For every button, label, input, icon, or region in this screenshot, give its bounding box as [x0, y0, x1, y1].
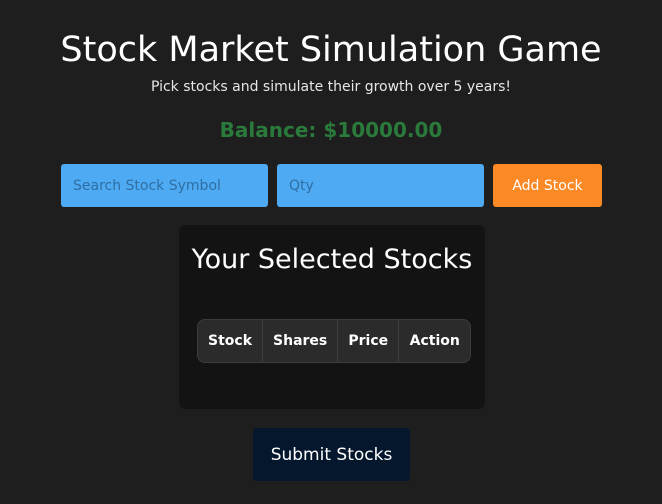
- page-title: Stock Market Simulation Game: [60, 30, 602, 70]
- page: Stock Market Simulation Game Pick stocks…: [0, 0, 662, 504]
- stock-symbol-search-input[interactable]: [61, 164, 268, 207]
- quantity-input[interactable]: [277, 164, 484, 207]
- selected-stocks-title: Your Selected Stocks: [191, 244, 473, 275]
- balance-label: Balance:: [219, 118, 317, 142]
- column-header-shares: Shares: [263, 320, 339, 362]
- column-header-action: Action: [409, 333, 460, 349]
- balance-display: Balance: $10000.00: [0, 116, 662, 144]
- add-stock-button[interactable]: Add Stock: [493, 164, 602, 207]
- selected-stocks-panel: Your Selected Stocks Stock Shares Price …: [179, 225, 485, 409]
- selected-stocks-table: Stock Shares Price Action: [197, 319, 472, 363]
- balance-amount: $10000.00: [323, 118, 443, 142]
- table-header-row: Stock Shares Price Action: [198, 320, 470, 362]
- submit-stocks-button[interactable]: Submit Stocks: [253, 428, 410, 481]
- page-subtitle: Pick stocks and simulate their growth ov…: [150, 79, 512, 95]
- column-header-stock: Stock: [198, 320, 264, 362]
- column-header-price: Price: [338, 320, 400, 362]
